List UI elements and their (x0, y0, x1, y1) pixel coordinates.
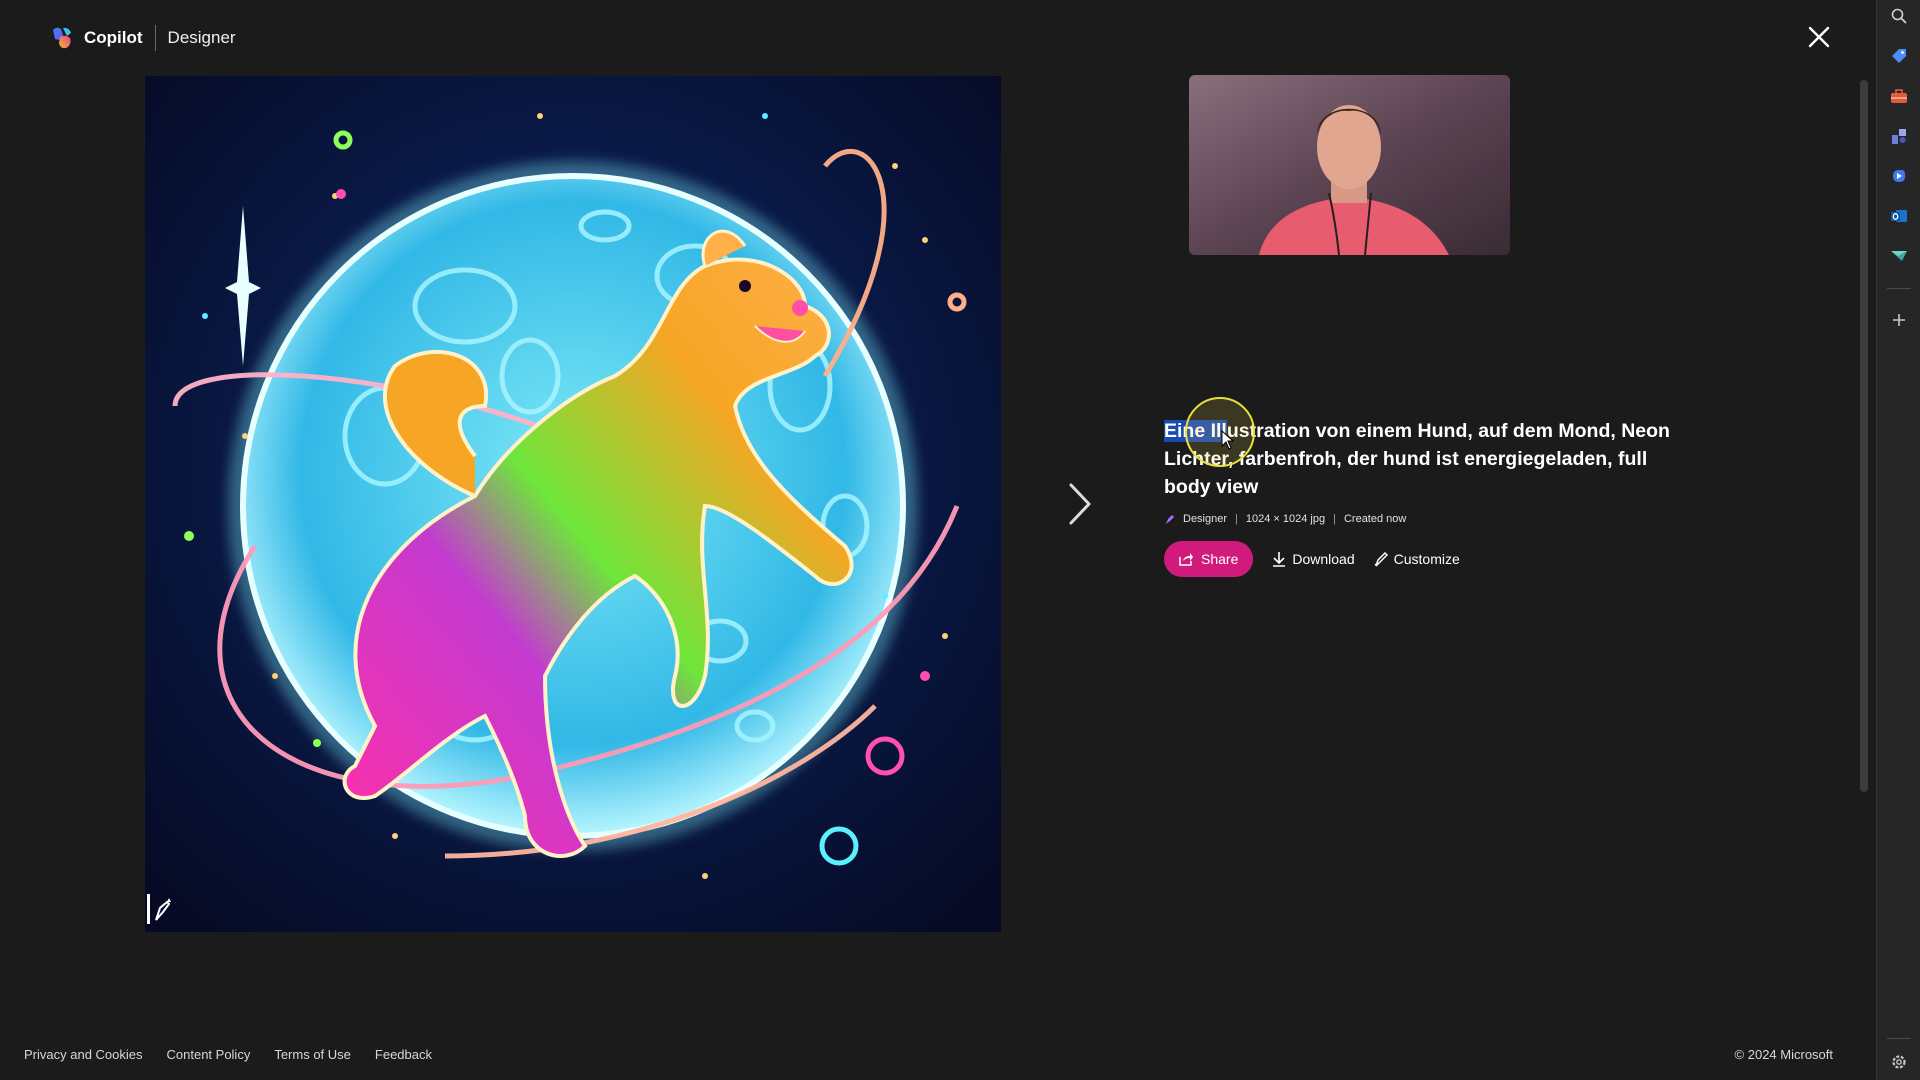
webcam-overlay (1189, 75, 1510, 255)
download-button[interactable]: Download (1272, 551, 1355, 567)
designer-viewer: Copilot Designer Eine Illustration von e… (0, 0, 1920, 1080)
meta-separator: | (1235, 513, 1238, 525)
settings-icon[interactable] (1889, 1052, 1909, 1072)
add-icon[interactable] (1889, 310, 1909, 330)
next-image-button[interactable] (1060, 475, 1100, 533)
meta-source: Designer (1183, 513, 1228, 525)
send-icon[interactable] (1889, 246, 1909, 266)
games-icon[interactable] (1889, 126, 1909, 146)
action-bar: Share Download Customize (1164, 541, 1684, 577)
footer: Privacy and Cookies Content Policy Terms… (0, 1036, 1876, 1072)
meta-separator: | (1333, 513, 1336, 525)
download-icon (1273, 552, 1286, 567)
product-name: Designer (167, 28, 236, 47)
customize-button[interactable]: Customize (1374, 551, 1460, 567)
selected-text: Eine Ill (1164, 420, 1227, 442)
neon-dog-moon-illustration (145, 76, 1001, 932)
prompt-text-rest: ustration von einem Hund, auf dem Mond, … (1164, 420, 1670, 498)
customize-label: Customize (1393, 551, 1460, 567)
header-divider (154, 25, 156, 51)
copilot-icon[interactable] (1889, 166, 1909, 186)
search-icon[interactable] (1889, 6, 1909, 26)
generated-image[interactable] (145, 76, 1001, 932)
close-icon (1808, 26, 1830, 48)
copilot-logo-icon (53, 27, 71, 49)
browser-sidebar (1876, 0, 1920, 1080)
download-label: Download (1292, 551, 1355, 567)
toolbox-icon[interactable] (1889, 86, 1909, 106)
privacy-link[interactable]: Privacy and Cookies (24, 1047, 143, 1062)
meta-created: Created now (1343, 513, 1407, 525)
outlook-icon[interactable] (1889, 206, 1909, 226)
meta-dimensions: 1024 × 1024 jpg (1245, 513, 1326, 525)
sidebar-divider (1887, 1038, 1911, 1039)
webcam-video (1189, 75, 1510, 255)
image-meta: Designer | 1024 × 1024 jpg | Created now (1164, 513, 1684, 525)
share-icon (1179, 553, 1193, 566)
designer-watermark-icon (147, 894, 171, 924)
mouse-pointer-icon (1221, 430, 1235, 450)
designer-watermark (147, 890, 181, 924)
feedback-link[interactable]: Feedback (375, 1047, 432, 1062)
terms-link[interactable]: Terms of Use (274, 1047, 351, 1062)
copyright: © 2024 Microsoft (1734, 1046, 1833, 1062)
sidebar-divider (1887, 288, 1911, 289)
scrollbar[interactable] (1860, 80, 1868, 792)
prompt-text[interactable]: Eine Illustration von einem Hund, auf de… (1164, 417, 1684, 501)
share-button[interactable]: Share (1164, 541, 1254, 577)
chevron-right-icon (1069, 483, 1091, 525)
header: Copilot Designer (49, 24, 236, 52)
share-label: Share (1201, 551, 1239, 567)
content-policy-link[interactable]: Content Policy (167, 1047, 251, 1062)
tag-icon[interactable] (1889, 46, 1909, 66)
designer-icon (1166, 515, 1174, 524)
footer-links: Privacy and Cookies Content Policy Terms… (24, 1047, 456, 1062)
brand-name: Copilot (84, 28, 143, 47)
close-button[interactable] (1802, 20, 1836, 54)
customize-icon (1374, 551, 1388, 567)
image-details: Eine Illustration von einem Hund, auf de… (1164, 397, 1684, 577)
